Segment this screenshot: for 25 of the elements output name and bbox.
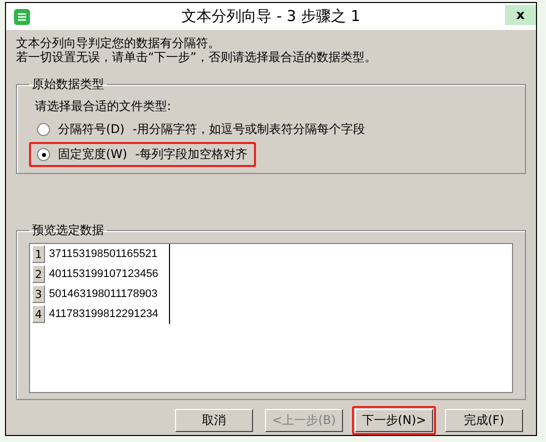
instruction-text: 若一切设置无误，请单击“下一步”，否则请选择最合适的数据类型。	[16, 50, 378, 64]
radio-button[interactable]	[37, 123, 50, 136]
wizard-button[interactable]: 下一步(N)>	[355, 409, 433, 432]
group-title: 原始数据类型	[31, 76, 105, 93]
data-value: 411783199812291234	[45, 304, 170, 324]
data-value: 501463198011178903	[45, 284, 170, 304]
radio-button[interactable]	[37, 148, 50, 161]
option-description: -用分隔字符，如逗号或制表符分隔每个字段	[132, 121, 365, 138]
wizard-button[interactable]: 取消	[175, 409, 253, 432]
option-description: -每列字段加空格对齐	[135, 146, 248, 163]
app-logo-icon	[14, 8, 30, 24]
option-label[interactable]: 分隔符号(D)	[58, 121, 125, 138]
row-number: 2	[32, 265, 45, 283]
row-number: 3	[32, 285, 45, 303]
instruction-text: 文本分列向导判定您的数据有分隔符。	[16, 36, 221, 50]
prompt-text: 请选择最合适的文件类型:	[35, 99, 172, 113]
row-number: 1	[32, 245, 45, 263]
close-button[interactable]: x	[505, 5, 536, 25]
row-number: 4	[32, 305, 45, 323]
data-value: 371153198501165521	[45, 244, 170, 264]
window-title: 文本分列向导 - 3 步骤之 1	[182, 7, 360, 26]
data-value: 401153199107123456	[45, 264, 170, 284]
option-label[interactable]: 固定宽度(W)	[58, 146, 128, 163]
wizard-button[interactable]: 完成(F)	[445, 409, 523, 432]
group-title: 预览选定数据	[31, 222, 105, 239]
